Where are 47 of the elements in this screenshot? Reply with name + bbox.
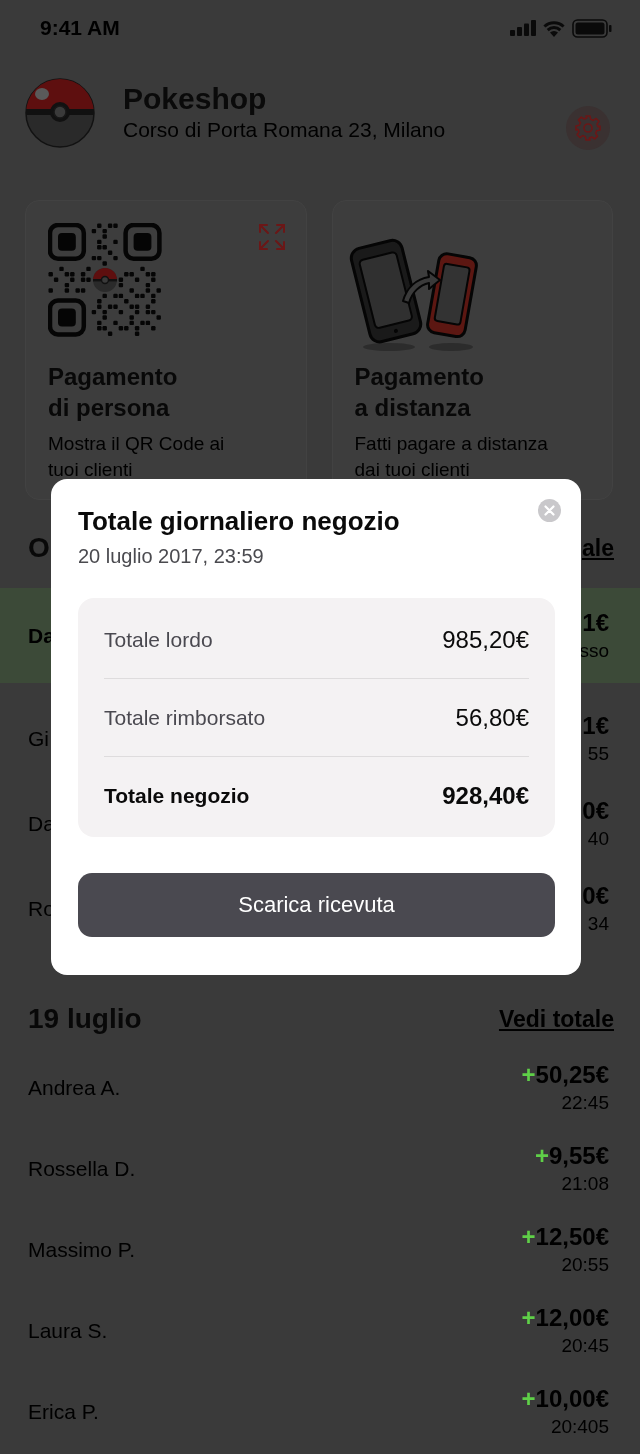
settings-button[interactable]: [566, 106, 610, 150]
transaction-time: 40: [586, 826, 609, 851]
transaction-time: sso: [579, 638, 609, 663]
wifi-icon: [542, 19, 566, 37]
see-total-link[interactable]: Vedi totale: [498, 1005, 614, 1033]
customer-name: Erica P.: [28, 1399, 99, 1424]
amount: +12,00€: [521, 1302, 609, 1333]
amount: +50,25€: [521, 1059, 609, 1090]
amount: +12,50€: [521, 1221, 609, 1252]
settings-icon: [574, 114, 602, 142]
transaction-time: 20:405: [549, 1414, 609, 1439]
signal-icon: [510, 20, 536, 36]
pokeball-logo: [25, 78, 95, 148]
transaction-row[interactable]: Rossella D. +9,55€ 21:08: [0, 1128, 640, 1209]
transaction-time: 21:08: [560, 1171, 609, 1196]
total-label: Totale rimborsato: [104, 705, 266, 730]
expand-icon[interactable]: [257, 223, 286, 251]
customer-name: Massimo P.: [28, 1237, 135, 1262]
total-value: 56,80€: [455, 703, 529, 732]
battery-icon: [572, 18, 612, 38]
transaction-time: 22:45: [560, 1090, 609, 1115]
total-value: 928,40€: [442, 781, 529, 810]
download-receipt-button[interactable]: Scarica ricevuta: [78, 873, 555, 937]
transaction-row[interactable]: Andrea A. +50,25€ 22:45: [0, 1047, 640, 1128]
close-icon[interactable]: [538, 499, 561, 522]
transaction-row[interactable]: Massimo P. +12,50€ 20:55: [0, 1209, 640, 1290]
total-label: Totale negozio: [104, 783, 250, 808]
card-description: Fatti pagare a distanza dai tuoi clienti: [354, 432, 549, 482]
customer-name: Rossella D.: [28, 1156, 136, 1181]
total-value: 985,20€: [442, 625, 529, 654]
card-description: Mostra il QR Code ai tuoi clienti: [48, 432, 226, 482]
total-label: Totale lordo: [104, 627, 213, 652]
dialog-date: 20 luglio 2017, 23:59: [78, 544, 265, 569]
transaction-time: 20:55: [560, 1252, 609, 1277]
transaction-row[interactable]: Erica P. +10,00€ 20:405: [0, 1371, 640, 1452]
amount: +9,55€: [534, 1140, 609, 1171]
customer-name: Laura S.: [28, 1318, 108, 1343]
transaction-row[interactable]: Laura S. +12,00€ 20:45: [0, 1290, 640, 1371]
amount: 0€: [582, 795, 609, 826]
see-total-link[interactable]: ale: [582, 534, 614, 562]
amount: 1€: [581, 607, 609, 638]
status-time: 9:41 AM: [40, 16, 120, 40]
dialog-title: Totale giornaliero negozio: [78, 505, 401, 538]
customer-name: Andrea A.: [28, 1075, 121, 1100]
transaction-time: 20:45: [560, 1333, 609, 1358]
amount: +10,00€: [521, 1383, 609, 1414]
shop-address: Corso di Porta Romana 23, Milano: [123, 117, 447, 143]
